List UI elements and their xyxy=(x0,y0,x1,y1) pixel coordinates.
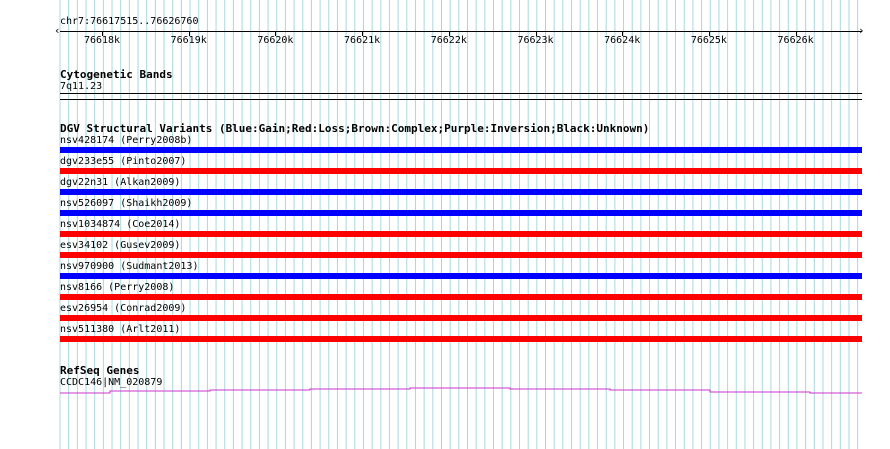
gene-intron-line xyxy=(60,387,862,394)
gene-model[interactable] xyxy=(0,0,890,449)
genome-browser-view: chr7:76617515..76626760 ‹ › 76618k 76619k… xyxy=(0,0,890,449)
